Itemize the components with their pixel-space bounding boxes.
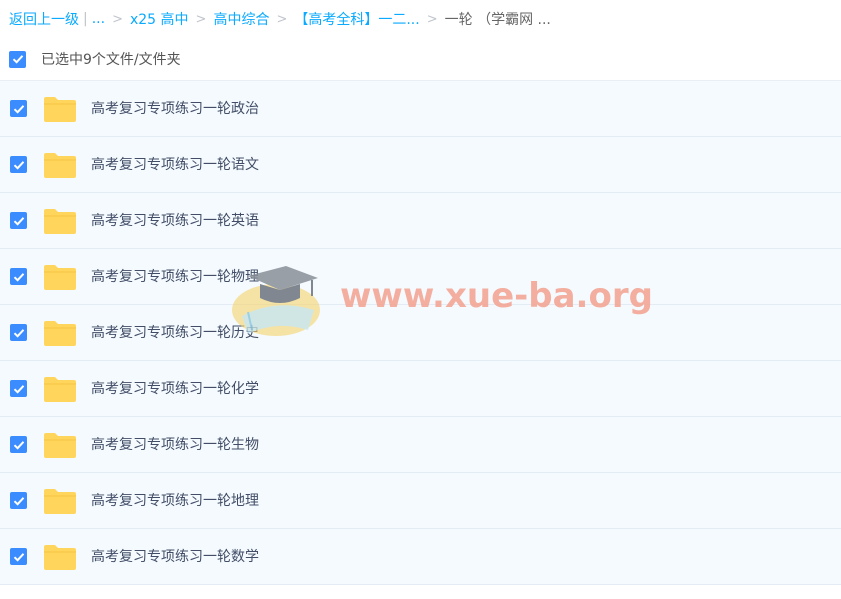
file-name[interactable]: 高考复习专项练习一轮物理: [91, 267, 259, 287]
chevron-right-icon: >: [276, 11, 288, 27]
check-icon: [13, 272, 24, 282]
row-checkbox[interactable]: [10, 156, 27, 173]
row-checkbox[interactable]: [10, 268, 27, 285]
folder-icon: [44, 97, 76, 122]
file-name[interactable]: 高考复习专项练习一轮历史: [91, 323, 259, 343]
file-row[interactable]: 高考复习专项练习一轮数学: [0, 529, 841, 585]
file-name[interactable]: 高考复习专项练习一轮政治: [91, 99, 259, 119]
folder-icon: [44, 265, 76, 290]
file-row[interactable]: 高考复习专项练习一轮语文: [0, 137, 841, 193]
row-checkbox[interactable]: [10, 324, 27, 341]
check-icon: [13, 160, 24, 170]
check-icon: [13, 440, 24, 450]
file-row[interactable]: 高考复习专项练习一轮地理: [0, 473, 841, 529]
row-checkbox[interactable]: [10, 548, 27, 565]
file-row[interactable]: 高考复习专项练习一轮政治: [0, 81, 841, 137]
check-icon: [13, 104, 24, 114]
file-name[interactable]: 高考复习专项练习一轮语文: [91, 155, 259, 175]
back-link[interactable]: 返回上一级: [9, 9, 79, 29]
folder-icon: [44, 433, 76, 458]
check-icon: [13, 384, 24, 394]
selected-count-label: 已选中9个文件/文件夹: [41, 52, 181, 68]
check-icon: [12, 55, 23, 64]
folder-icon: [44, 153, 76, 178]
check-icon: [13, 216, 24, 226]
row-checkbox[interactable]: [10, 100, 27, 117]
row-checkbox[interactable]: [10, 436, 27, 453]
folder-icon: [44, 377, 76, 402]
select-all-bar: 已选中9个文件/文件夹: [9, 48, 181, 70]
chevron-right-icon: >: [195, 11, 207, 27]
row-checkbox[interactable]: [10, 212, 27, 229]
file-list: 高考复习专项练习一轮政治 高考复习专项练习一轮语文 高考复习专项练习一轮英语 高…: [0, 80, 841, 585]
check-icon: [13, 328, 24, 338]
file-name[interactable]: 高考复习专项练习一轮英语: [91, 211, 259, 231]
row-checkbox[interactable]: [10, 492, 27, 509]
breadcrumb-item-high-school[interactable]: 高中综合: [213, 9, 269, 29]
file-name[interactable]: 高考复习专项练习一轮地理: [91, 491, 259, 511]
file-row[interactable]: 高考复习专项练习一轮生物: [0, 417, 841, 473]
breadcrumb-current: 一轮 （学霸网 ...: [444, 12, 551, 28]
check-icon: [13, 552, 24, 562]
select-all-checkbox[interactable]: [9, 50, 26, 68]
chevron-right-icon: >: [112, 11, 123, 27]
check-icon: [13, 496, 24, 506]
breadcrumb-divider: |: [83, 11, 88, 27]
row-checkbox[interactable]: [10, 380, 27, 397]
file-row[interactable]: 高考复习专项练习一轮化学: [0, 361, 841, 417]
chevron-right-icon: >: [426, 11, 438, 27]
breadcrumb-item-all-subjects[interactable]: 【高考全科】一二...: [294, 9, 419, 29]
folder-icon: [44, 489, 76, 514]
file-row[interactable]: 高考复习专项练习一轮英语: [0, 193, 841, 249]
folder-icon: [44, 321, 76, 346]
breadcrumb-item-x25[interactable]: x25 高中: [130, 9, 189, 29]
file-name[interactable]: 高考复习专项练习一轮生物: [91, 435, 259, 455]
breadcrumb-ellipsis[interactable]: ...: [92, 11, 105, 27]
file-name[interactable]: 高考复习专项练习一轮化学: [91, 379, 259, 399]
file-row[interactable]: 高考复习专项练习一轮物理: [0, 249, 841, 305]
folder-icon: [44, 209, 76, 234]
breadcrumb: 返回上一级 | ... > x25 高中 > 高中综合 > 【高考全科】一二..…: [9, 8, 551, 30]
folder-icon: [44, 545, 76, 570]
file-row[interactable]: 高考复习专项练习一轮历史: [0, 305, 841, 361]
file-name[interactable]: 高考复习专项练习一轮数学: [91, 547, 259, 567]
